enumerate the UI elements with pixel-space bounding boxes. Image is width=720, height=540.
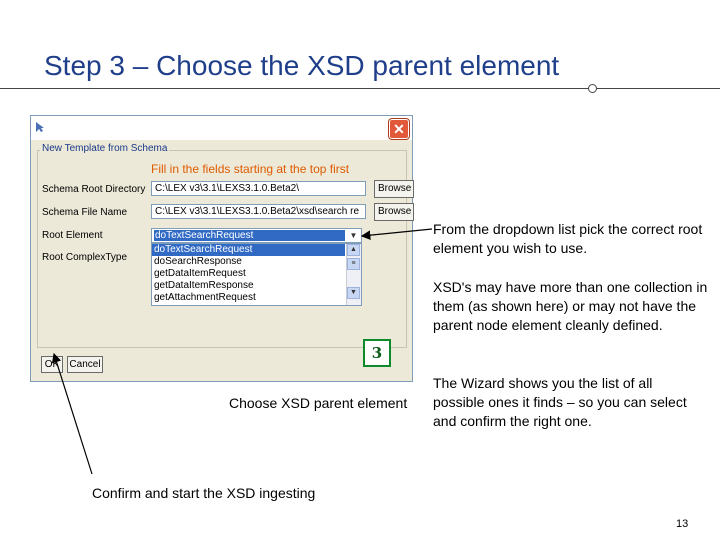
list-scrollbar[interactable]: ▲ ≡ ▼ bbox=[346, 244, 361, 305]
scroll-up-icon[interactable]: ▲ bbox=[347, 244, 360, 256]
dropdown-callout-text: From the dropdown list pick the correct … bbox=[433, 221, 703, 256]
list-item[interactable]: doTextSearchRequest bbox=[152, 244, 345, 256]
list-item[interactable]: doSearchResponse bbox=[152, 256, 345, 268]
schema-file-name-field[interactable]: C:\LEX v3\3.1\LEXS3.1.0.Beta2\xsd\search… bbox=[151, 204, 366, 219]
root-element-options-list[interactable]: doTextSearchRequest doSearchResponse get… bbox=[151, 243, 362, 306]
group-title: New Template from Schema bbox=[40, 143, 170, 154]
step-number-badge: 3 bbox=[363, 339, 391, 367]
collections-callout-text: XSD's may have more than one collection … bbox=[433, 279, 708, 333]
root-element-dropdown[interactable]: doTextSearchRequest ▼ bbox=[151, 228, 362, 243]
root-element-selected-value: doTextSearchRequest bbox=[154, 230, 345, 241]
wizard-callout-text: The Wizard shows you the list of all pos… bbox=[433, 375, 687, 429]
title-rule bbox=[0, 88, 720, 89]
schema-root-directory-label: Schema Root Directory bbox=[42, 184, 146, 195]
close-button[interactable]: ✕ bbox=[389, 119, 409, 139]
confirm-caption: Confirm and start the XSD ingesting bbox=[92, 485, 316, 501]
page-number: 13 bbox=[676, 518, 689, 530]
schema-file-name-label: Schema File Name bbox=[42, 207, 128, 218]
list-item[interactable]: getDataItemRequest bbox=[152, 268, 345, 280]
title-rule-dot bbox=[588, 84, 597, 93]
list-item[interactable]: getAttachmentRequest bbox=[152, 292, 345, 304]
scroll-thumb[interactable]: ≡ bbox=[347, 258, 360, 270]
browse-root-directory-button[interactable]: Browse bbox=[374, 180, 414, 198]
dialog-titlebar: ✕ bbox=[31, 116, 412, 140]
list-item[interactable]: getDataItemResponse bbox=[152, 280, 345, 292]
chevron-down-icon[interactable]: ▼ bbox=[347, 230, 360, 241]
new-template-dialog: ✕ New Template from Schema Fill in the f… bbox=[30, 115, 414, 382]
root-complex-type-label: Root ComplexType bbox=[42, 252, 128, 263]
slide-title: Step 3 – Choose the XSD parent element bbox=[44, 50, 560, 81]
root-element-label: Root Element bbox=[42, 230, 103, 241]
scroll-down-icon[interactable]: ▼ bbox=[347, 287, 360, 299]
choose-parent-caption: Choose XSD parent element bbox=[229, 395, 408, 411]
schema-root-directory-field[interactable]: C:\LEX v3\3.1\LEXS3.1.0.Beta2\ bbox=[151, 181, 366, 196]
ok-button[interactable]: OK bbox=[41, 356, 63, 373]
cancel-button[interactable]: Cancel bbox=[67, 356, 103, 373]
app-icon bbox=[36, 122, 44, 132]
instruction-hint: Fill in the fields starting at the top f… bbox=[151, 162, 350, 176]
browse-file-name-button[interactable]: Browse bbox=[374, 203, 414, 221]
